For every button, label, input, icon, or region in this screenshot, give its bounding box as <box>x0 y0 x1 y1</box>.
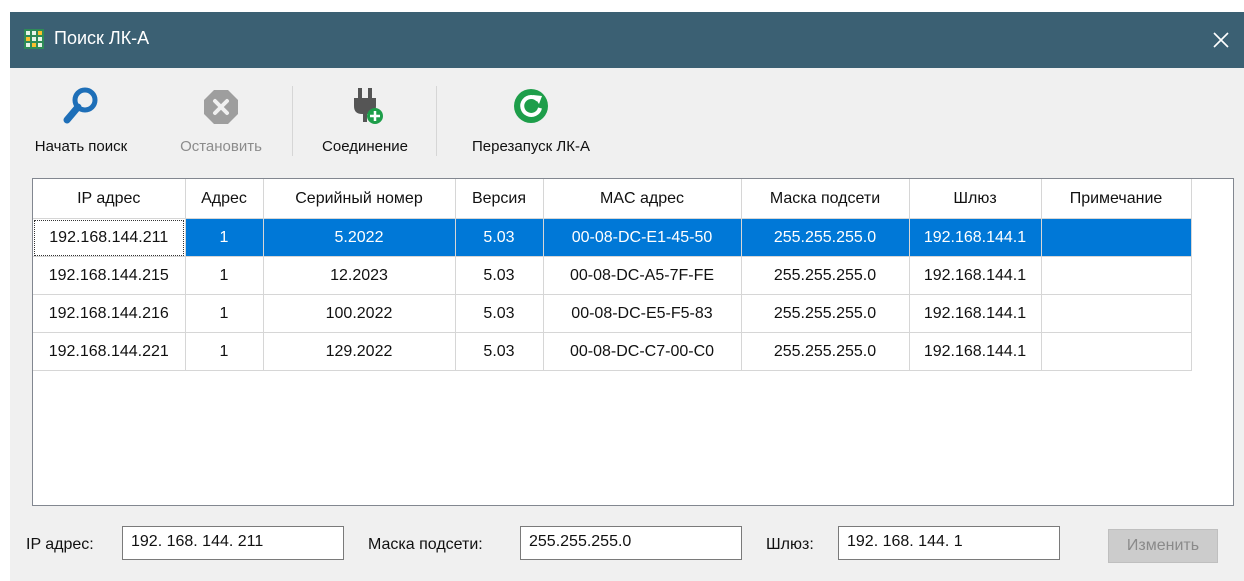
toolbar-separator <box>436 86 437 156</box>
subnet-mask-label: Маска подсети: <box>368 536 483 553</box>
cell-note <box>1041 332 1192 371</box>
table-header-row: IP адрес Адрес Серийный номер Версия MAC… <box>33 179 1192 219</box>
column-header-serial[interactable]: Серийный номер <box>263 179 456 219</box>
subnet-mask-field[interactable]: 255.255.255.0 <box>520 526 742 560</box>
close-icon <box>1213 32 1229 48</box>
toolbar: Начать поиск Остановить Соединение Перез… <box>10 68 1244 168</box>
connect-button[interactable]: Соединение <box>300 86 430 168</box>
cell-mask: 255.255.255.0 <box>741 332 910 371</box>
cell-address: 1 <box>185 256 264 295</box>
cell-gateway: 192.168.144.1 <box>909 294 1042 333</box>
cell-note <box>1041 218 1192 257</box>
cell-note <box>1041 294 1192 333</box>
column-header-version[interactable]: Версия <box>455 179 544 219</box>
cell-gateway: 192.168.144.1 <box>909 332 1042 371</box>
cell-version: 5.03 <box>455 256 544 295</box>
gateway-field[interactable]: 192. 168. 144. 1 <box>838 526 1060 560</box>
cell-serial: 129.2022 <box>263 332 456 371</box>
table-row[interactable]: 192.168.144.221 1 129.2022 5.03 00-08-DC… <box>33 332 1192 371</box>
cell-note <box>1041 256 1192 295</box>
gateway-label: Шлюз: <box>766 536 814 553</box>
ip-address-field[interactable]: 192. 168. 144. 211 <box>122 526 344 560</box>
toolbar-separator <box>292 86 293 156</box>
column-header-mask[interactable]: Маска подсети <box>741 179 910 219</box>
dialog-window: Поиск ЛК-А Начать поиск Остановить Соеди… <box>10 12 1244 581</box>
column-header-gateway[interactable]: Шлюз <box>909 179 1042 219</box>
cell-ip: 192.168.144.215 <box>33 256 186 295</box>
cell-gateway: 192.168.144.1 <box>909 256 1042 295</box>
cell-mac: 00-08-DC-E1-45-50 <box>543 218 742 257</box>
cell-mac: 00-08-DC-C7-00-C0 <box>543 332 742 371</box>
close-button[interactable] <box>1198 12 1244 68</box>
search-icon <box>63 87 98 124</box>
table-row[interactable]: 192.168.144.215 1 12.2023 5.03 00-08-DC-… <box>33 256 1192 295</box>
cell-version: 5.03 <box>455 332 544 371</box>
table-row[interactable]: 192.168.144.216 1 100.2022 5.03 00-08-DC… <box>33 294 1192 333</box>
cell-mac: 00-08-DC-A5-7F-FE <box>543 256 742 295</box>
restart-icon <box>514 89 548 123</box>
cell-version: 5.03 <box>455 218 544 257</box>
connect-label: Соединение <box>322 138 408 155</box>
cell-mask: 255.255.255.0 <box>741 294 910 333</box>
restart-button[interactable]: Перезапуск ЛК-А <box>446 86 616 168</box>
table-row[interactable]: 192.168.144.211 1 5.2022 5.03 00-08-DC-E… <box>33 218 1192 257</box>
title-bar[interactable]: Поиск ЛК-А <box>10 12 1244 68</box>
start-search-label: Начать поиск <box>34 138 128 155</box>
ip-address-label: IP адрес: <box>26 536 94 553</box>
cell-serial: 5.2022 <box>263 218 456 257</box>
devices-table[interactable]: IP адрес Адрес Серийный номер Версия MAC… <box>32 178 1234 506</box>
cell-version: 5.03 <box>455 294 544 333</box>
cell-address: 1 <box>185 332 264 371</box>
cell-ip: 192.168.144.221 <box>33 332 186 371</box>
column-header-note[interactable]: Примечание <box>1041 179 1192 219</box>
start-search-button[interactable]: Начать поиск <box>16 86 146 168</box>
cell-mac: 00-08-DC-E5-F5-83 <box>543 294 742 333</box>
cell-serial: 12.2023 <box>263 256 456 295</box>
stop-button[interactable]: Остановить <box>158 86 284 168</box>
stop-label: Остановить <box>180 138 262 155</box>
column-header-ip[interactable]: IP адрес <box>33 179 186 219</box>
cell-mask: 255.255.255.0 <box>741 218 910 257</box>
network-settings-form: IP адрес: 192. 168. 144. 211 Маска подсе… <box>10 526 1244 566</box>
cell-ip: 192.168.144.216 <box>33 294 186 333</box>
cell-address: 1 <box>185 218 264 257</box>
cell-gateway: 192.168.144.1 <box>909 218 1042 257</box>
cell-mask: 255.255.255.0 <box>741 256 910 295</box>
plug-add-icon <box>354 88 383 124</box>
column-header-mac[interactable]: MAC адрес <box>543 179 742 219</box>
cell-serial: 100.2022 <box>263 294 456 333</box>
cell-address: 1 <box>185 294 264 333</box>
restart-label: Перезапуск ЛК-А <box>472 138 590 155</box>
cell-ip: 192.168.144.211 <box>33 218 186 257</box>
stop-icon <box>204 90 238 124</box>
change-button[interactable]: Изменить <box>1108 529 1218 563</box>
column-header-address[interactable]: Адрес <box>185 179 264 219</box>
app-grid-icon <box>24 29 44 49</box>
window-title: Поиск ЛК-А <box>54 28 150 48</box>
